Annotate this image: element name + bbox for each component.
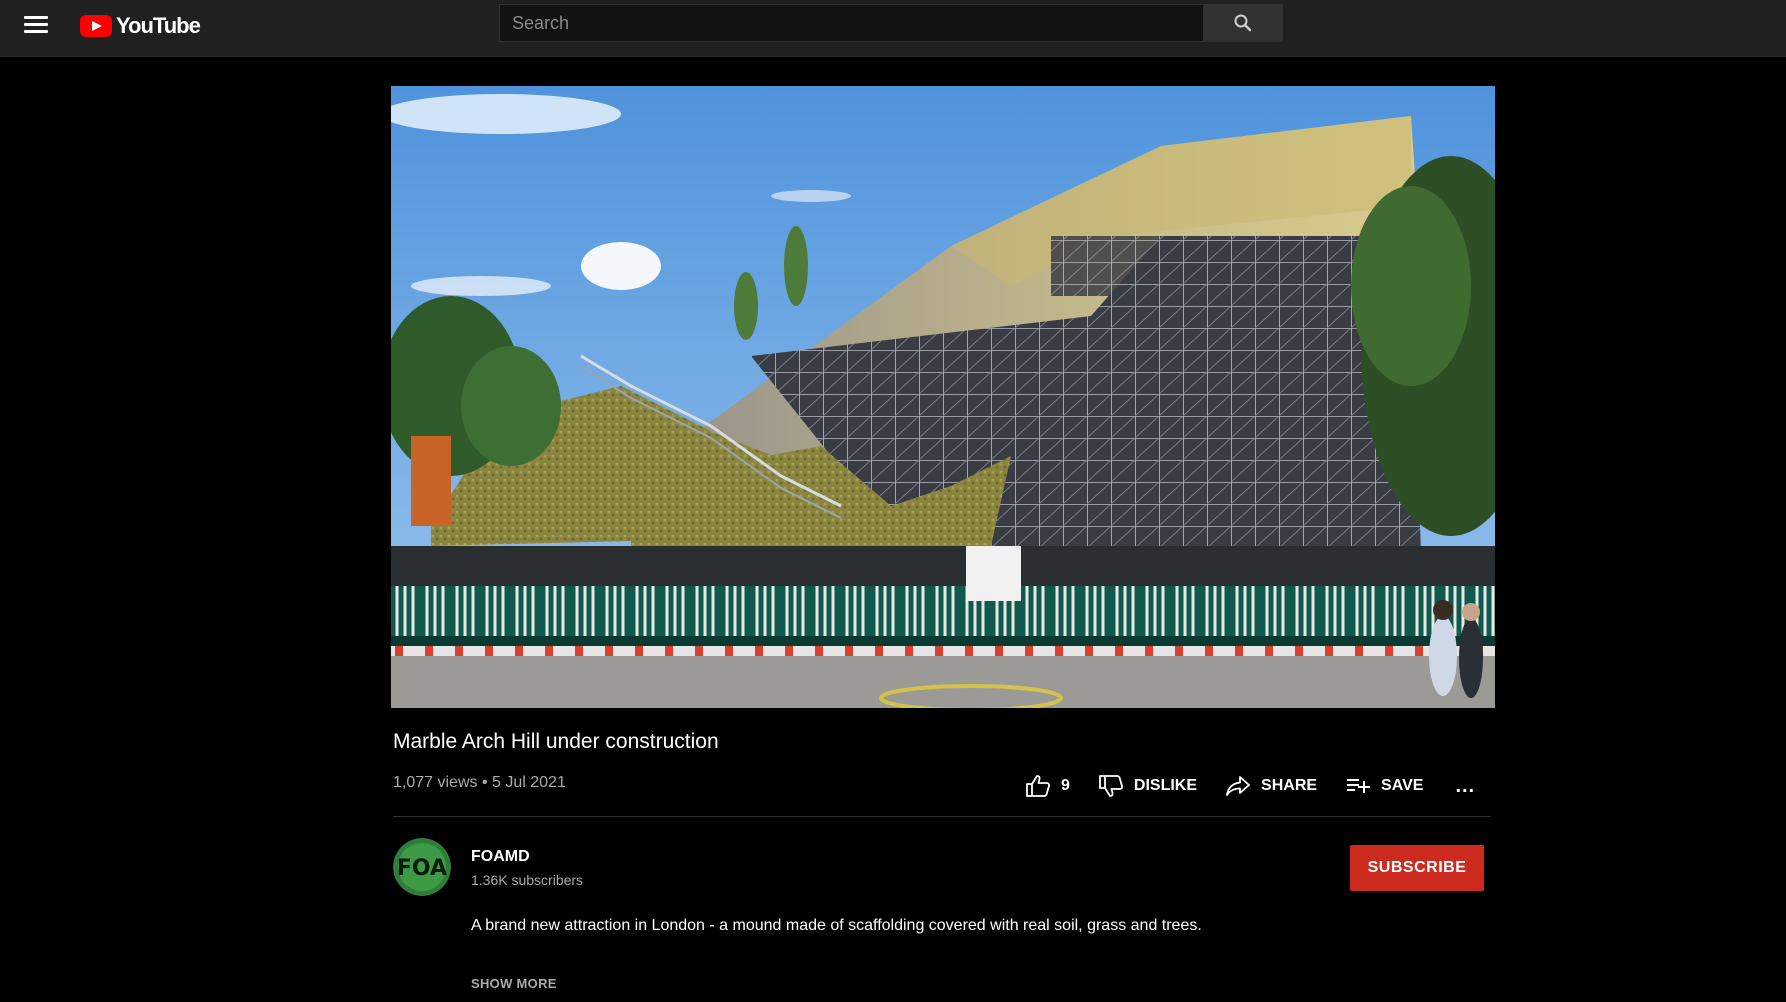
upload-date: 5 Jul 2021: [492, 774, 566, 791]
save-button[interactable]: SAVE: [1345, 774, 1423, 798]
subscriber-count: 1.36K subscribers: [471, 872, 584, 888]
like-button[interactable]: 9: [1025, 774, 1070, 798]
youtube-logo[interactable]: YouTube: [80, 12, 201, 40]
share-icon: [1226, 776, 1250, 796]
search-icon: [1234, 14, 1252, 32]
subscribe-button[interactable]: SUBSCRIBE: [1350, 845, 1484, 891]
search-button[interactable]: [1203, 4, 1283, 42]
meta-separator: •: [481, 774, 492, 791]
view-count: 1,077 views: [393, 774, 478, 791]
dislike-label: DISLIKE: [1133, 777, 1198, 794]
show-more-button[interactable]: SHOW MORE: [471, 976, 557, 991]
youtube-logo-icon: [80, 15, 112, 37]
video-meta: 1,077 views • 5 Jul 2021: [393, 774, 566, 792]
channel-avatar[interactable]: FOA: [393, 838, 451, 896]
video-actions: 9 DISLIKE SHARE SAVE ...: [1025, 770, 1475, 802]
share-label: SHARE: [1261, 777, 1318, 794]
avatar-text: FOA: [397, 856, 447, 881]
video-player[interactable]: [391, 86, 1495, 708]
thumbs-down-icon: [1099, 775, 1123, 797]
channel-name[interactable]: FOAMD: [471, 848, 530, 866]
divider: [393, 816, 1491, 817]
save-label: SAVE: [1381, 777, 1424, 794]
search-bar: [499, 4, 1283, 42]
top-bar: YouTube: [0, 0, 1786, 57]
more-icon: ...: [1455, 775, 1476, 797]
like-count: 9: [1061, 777, 1070, 794]
search-input[interactable]: [499, 4, 1203, 42]
more-actions-button[interactable]: ...: [1455, 775, 1476, 797]
share-button[interactable]: SHARE: [1225, 774, 1317, 798]
video-frame: [391, 86, 1495, 708]
channel-logo-icon: FOA: [393, 838, 451, 896]
thumbs-up-icon: [1026, 775, 1051, 797]
video-description: A brand new attraction in London - a mou…: [471, 917, 1202, 934]
playlist-add-icon: [1347, 779, 1371, 793]
video-title: Marble Arch Hill under construction: [393, 730, 719, 753]
dislike-button[interactable]: DISLIKE: [1098, 774, 1197, 798]
logo-text: YouTube: [116, 13, 201, 38]
menu-icon[interactable]: [24, 16, 48, 36]
